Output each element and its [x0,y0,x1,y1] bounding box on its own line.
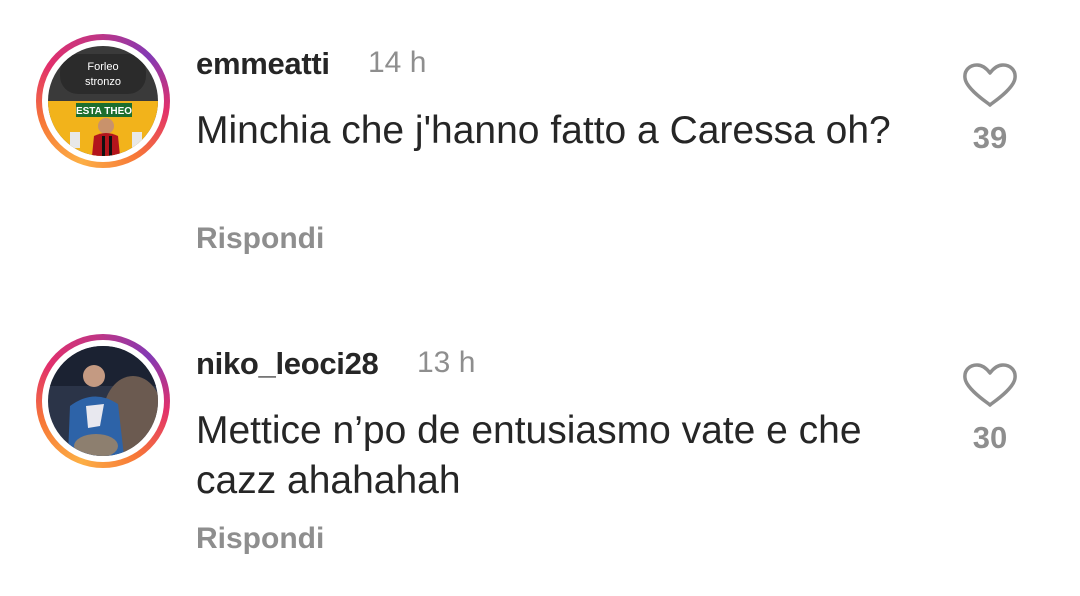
reply-button[interactable]: Rispondi [196,222,324,256]
avatar[interactable] [48,346,158,456]
avatar[interactable]: Forleo stronzo ESTA THEO [48,46,158,156]
story-ring[interactable] [36,334,170,468]
reply-button[interactable]: Rispondi [196,522,324,556]
heart-outline-icon[interactable] [960,62,1020,108]
comment-username[interactable]: emmeatti [196,46,330,82]
comment-timestamp: 13 h [417,346,476,379]
like-count: 39 [972,120,1008,155]
avatar-image: Forleo stronzo ESTA THEO [48,46,158,156]
heart-outline-icon[interactable] [960,362,1020,408]
avatar-badge-line1: Forleo [87,61,118,73]
avatar-sign-text: ESTA THEO [76,106,132,117]
avatar-badge-line2: stronzo [85,76,121,88]
story-ring[interactable]: Forleo stronzo ESTA THEO [36,34,170,168]
comment-text: Mettice n’po de entusiasmo vate e che ca… [196,409,862,502]
comment-username[interactable]: niko_leoci28 [196,346,379,382]
comment-text: Minchia che j'hanno fatto a Caressa oh? [196,109,891,152]
comment-timestamp: 14 h [368,46,427,79]
like-count: 30 [972,420,1008,455]
avatar-image [48,346,158,456]
